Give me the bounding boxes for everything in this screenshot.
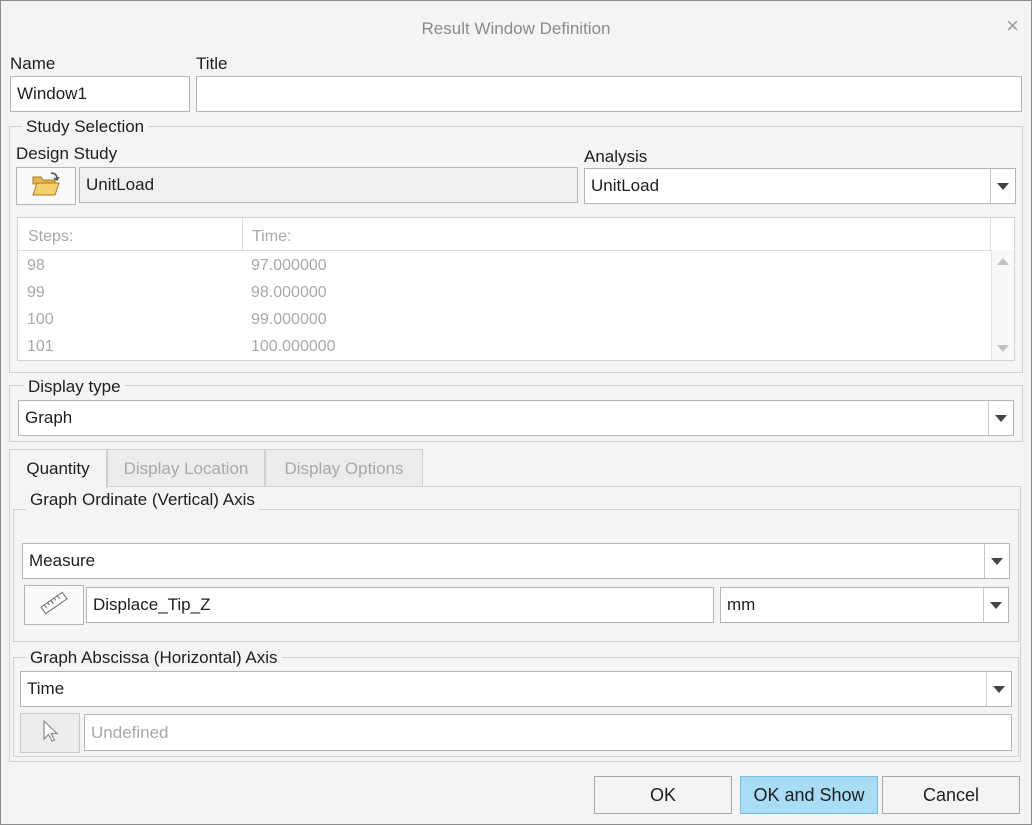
folder-open-icon bbox=[31, 171, 61, 202]
display-type-value: Graph bbox=[25, 408, 73, 427]
result-window-dialog: Result Window Definition × Name Window1 … bbox=[0, 0, 1032, 825]
step-cell: 101 bbox=[27, 338, 54, 355]
select-measure-button[interactable] bbox=[24, 585, 84, 625]
chevron-down-icon[interactable] bbox=[990, 169, 1015, 203]
display-type-select[interactable]: Graph bbox=[18, 400, 1014, 436]
list-item[interactable]: 99 98.000000 bbox=[18, 279, 988, 306]
abscissa-quantity-value: Time bbox=[27, 679, 65, 698]
name-input[interactable]: Window1 bbox=[10, 76, 190, 112]
list-item[interactable]: 98 97.000000 bbox=[18, 252, 988, 279]
ok-button[interactable]: OK bbox=[594, 776, 732, 814]
open-study-button[interactable] bbox=[16, 167, 76, 205]
time-column-header[interactable]: Time: bbox=[252, 228, 291, 246]
select-abscissa-button[interactable] bbox=[20, 713, 80, 753]
analysis-label: Analysis bbox=[584, 147, 648, 166]
ordinate-axis-legend: Graph Ordinate (Vertical) Axis bbox=[26, 490, 259, 510]
tab-quantity[interactable]: Quantity bbox=[9, 449, 107, 488]
ordinate-quantity-select[interactable]: Measure bbox=[22, 543, 1010, 579]
chevron-down-icon[interactable] bbox=[986, 672, 1011, 706]
list-item[interactable]: 101 100.000000 bbox=[18, 333, 988, 360]
measure-field[interactable]: Displace_Tip_Z bbox=[86, 587, 714, 623]
display-type-legend: Display type bbox=[24, 377, 125, 397]
column-separator bbox=[990, 218, 991, 250]
cursor-pointer-icon bbox=[40, 719, 60, 748]
ok-and-show-button[interactable]: OK and Show bbox=[740, 776, 878, 814]
analysis-select[interactable]: UnitLoad bbox=[584, 168, 1016, 204]
tab-display-options[interactable]: Display Options bbox=[265, 449, 423, 487]
title-input[interactable] bbox=[196, 76, 1022, 112]
close-icon[interactable]: × bbox=[1006, 14, 1019, 38]
chevron-down-icon[interactable] bbox=[984, 544, 1009, 578]
steps-list-header: Steps: Time: bbox=[18, 218, 1014, 251]
time-cell: 98.000000 bbox=[251, 284, 327, 301]
chevron-down-icon[interactable] bbox=[983, 588, 1008, 622]
ruler-icon bbox=[38, 590, 70, 621]
study-selection-legend: Study Selection bbox=[22, 117, 149, 137]
unit-select[interactable]: mm bbox=[720, 587, 1009, 623]
analysis-value: UnitLoad bbox=[591, 176, 660, 195]
abscissa-quantity-select[interactable]: Time bbox=[20, 671, 1012, 707]
vertical-scrollbar[interactable] bbox=[991, 250, 1014, 360]
steps-list[interactable]: Steps: Time: 98 97.000000 99 98.000000 1… bbox=[17, 217, 1015, 361]
scroll-up-icon[interactable] bbox=[997, 258, 1009, 265]
abscissa-entity-field[interactable]: Undefined bbox=[84, 714, 1012, 751]
title-label: Title bbox=[196, 54, 228, 73]
unit-value: mm bbox=[727, 595, 756, 614]
scroll-down-icon[interactable] bbox=[997, 345, 1009, 352]
time-cell: 100.000000 bbox=[251, 338, 336, 355]
time-cell: 99.000000 bbox=[251, 311, 327, 328]
name-label: Name bbox=[10, 54, 56, 73]
tab-display-location[interactable]: Display Location bbox=[107, 449, 265, 487]
design-study-field: UnitLoad bbox=[79, 167, 578, 203]
title-bar[interactable]: Result Window Definition × bbox=[1, 1, 1031, 48]
step-cell: 99 bbox=[27, 284, 45, 301]
dialog-title: Result Window Definition bbox=[421, 19, 611, 38]
column-separator[interactable] bbox=[242, 218, 243, 250]
step-cell: 98 bbox=[27, 257, 45, 274]
design-study-label: Design Study bbox=[16, 144, 118, 163]
ordinate-quantity-value: Measure bbox=[29, 551, 96, 570]
chevron-down-icon[interactable] bbox=[988, 401, 1013, 435]
cancel-button[interactable]: Cancel bbox=[882, 776, 1020, 814]
list-item[interactable]: 100 99.000000 bbox=[18, 306, 988, 333]
abscissa-axis-legend: Graph Abscissa (Horizontal) Axis bbox=[26, 648, 282, 668]
steps-column-header[interactable]: Steps: bbox=[28, 228, 73, 246]
step-cell: 100 bbox=[27, 311, 54, 328]
time-cell: 97.000000 bbox=[251, 257, 327, 274]
